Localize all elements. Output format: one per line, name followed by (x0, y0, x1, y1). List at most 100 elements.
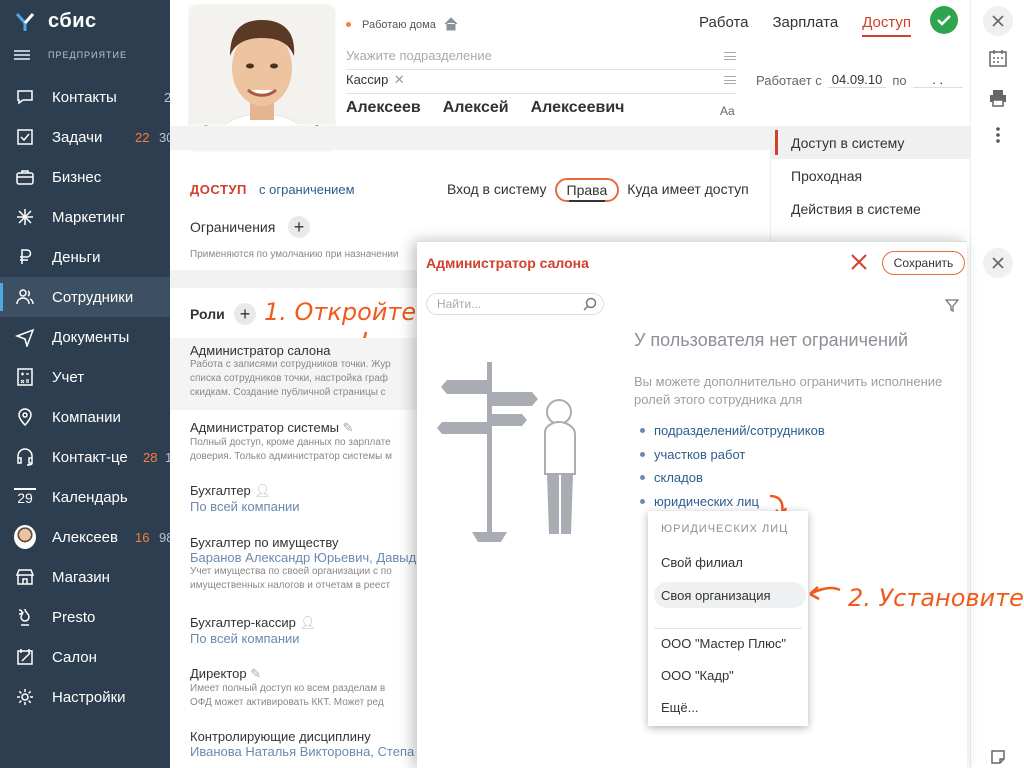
close-icon (992, 15, 1004, 27)
position-field[interactable]: Кассир ✕ (346, 72, 736, 94)
confirm-button[interactable] (930, 6, 958, 34)
subtab-rights[interactable]: Права (554, 178, 620, 202)
nav-count-secondary: 98 (159, 529, 170, 545)
role-desc-line: Учет имущества по своей организации с по (190, 566, 392, 577)
role-desc-line: списка сотрудников точки, настройка граф (190, 373, 389, 384)
status-text[interactable]: Работаю дома (362, 19, 436, 31)
role-title: Бухгалтер-кассир 👤︎ (190, 615, 316, 630)
close-card-button[interactable] (983, 6, 1013, 36)
nav-item-business[interactable]: Бизнес (0, 157, 170, 197)
subtab-where-access[interactable]: Куда имеет доступ (627, 181, 749, 199)
role-item[interactable]: Администратор салона Работа с записями с… (190, 343, 420, 400)
tab-salary[interactable]: Зарплата (773, 14, 839, 37)
works-to-date[interactable]: . . (912, 72, 963, 88)
dropdown-item[interactable]: ООО "Кадр" (654, 662, 806, 688)
dropdown-item[interactable]: ООО "Мастер Плюс" (654, 630, 806, 656)
nav-label: Контакт-це (52, 448, 128, 466)
more-button[interactable] (985, 122, 1011, 148)
nav-item-accounting[interactable]: Учет (0, 357, 170, 397)
access-subtabs: Вход в систему Права Куда имеет доступ (447, 178, 749, 202)
pencil-icon: ✎ (342, 420, 354, 435)
menu-item-checkpoint[interactable]: Проходная (771, 159, 970, 192)
dropdown-divider (654, 628, 802, 629)
company-switcher[interactable]: ПРЕДПРИЯТИЕ (14, 50, 127, 60)
add-role-button[interactable]: + (234, 303, 256, 325)
legal-entities-dropdown: ЮРИДИЧЕСКИХ ЛИЦ Свой филиал Своя организ… (648, 511, 808, 726)
nav-menu: Контакты 2 Задачи 22 30 Бизнес Маркетинг… (0, 77, 170, 717)
role-desc-line: Работа с записями сотрудников точки. Жур (190, 359, 391, 370)
role-scope: Иванова Наталья Викторовна, Степа (190, 744, 415, 759)
nav-item-tasks[interactable]: Задачи 22 30 (0, 117, 170, 157)
briefcase-icon (14, 166, 36, 188)
top-tabs: Работа Зарплата Доступ (699, 14, 912, 37)
close-icon (992, 257, 1004, 269)
access-mode[interactable]: с ограничением (259, 182, 355, 197)
role-item[interactable]: Бухгалтер 👤︎ По всей компании (190, 483, 420, 514)
link-legal-entities[interactable]: юридических лиц (640, 490, 825, 514)
save-button[interactable]: Сохранить (882, 251, 965, 275)
dropdown-more[interactable]: Ещё... (654, 694, 806, 720)
nav-item-contacts[interactable]: Контакты 2 (0, 77, 170, 117)
logo[interactable]: сбис (14, 10, 97, 33)
last-name[interactable]: Алексеев (346, 99, 421, 117)
link-work-areas[interactable]: участков работ (640, 443, 825, 467)
link-warehouses[interactable]: складов (640, 466, 825, 490)
notes-button[interactable] (985, 744, 1011, 768)
font-toggle[interactable]: Aa (720, 104, 735, 118)
delete-role-icon[interactable] (850, 253, 868, 274)
print-button[interactable] (985, 85, 1011, 111)
subtab-login[interactable]: Вход в систему (447, 181, 547, 199)
nav-count-secondary: 30 (159, 129, 170, 145)
nav-item-companies[interactable]: Компании (0, 397, 170, 437)
nav-item-presto[interactable]: Presto (0, 597, 170, 637)
chat-icon (14, 86, 36, 108)
role-item[interactable]: Администратор системы ✎ Полный доступ, к… (190, 420, 420, 464)
nav-item-money[interactable]: Деньги (0, 237, 170, 277)
add-restriction-button[interactable]: + (288, 216, 310, 238)
list-icon[interactable] (724, 52, 736, 60)
printer-icon (990, 90, 1006, 107)
menu-icon[interactable] (14, 50, 30, 60)
link-departments[interactable]: подразделений/сотрудников (640, 419, 825, 443)
dropdown-item-selected[interactable]: Своя организация (654, 582, 806, 608)
dropdown-item[interactable]: Свой филиал (654, 549, 806, 575)
nav-item-settings[interactable]: Настройки (0, 677, 170, 717)
company-label: ПРЕДПРИЯТИЕ (48, 50, 127, 60)
nav-item-employees[interactable]: Сотрудники (0, 277, 170, 317)
nav-item-marketing[interactable]: Маркетинг (0, 197, 170, 237)
avatar (14, 525, 36, 549)
list-icon[interactable] (724, 76, 736, 84)
nav-item-calendar[interactable]: 29 Календарь (0, 477, 170, 517)
department-field[interactable]: Укажите подразделение (346, 48, 736, 70)
tab-work[interactable]: Работа (699, 14, 749, 37)
role-item[interactable]: Директор ✎ Имеет полный доступ ко всем р… (190, 666, 420, 710)
nav-item-salon[interactable]: Салон (0, 637, 170, 677)
nav-label: Маркетинг (52, 208, 125, 226)
nav-item-documents[interactable]: Документы (0, 317, 170, 357)
remove-position-icon[interactable]: ✕ (394, 72, 405, 87)
tab-access[interactable]: Доступ (862, 14, 912, 37)
calendar-button[interactable] (985, 45, 1011, 71)
role-item[interactable]: Бухгалтер по имуществу Баранов Александр… (190, 535, 420, 593)
role-desc-line: скидкам. Создание публичной страницы с (190, 387, 386, 398)
arrow-annotation-icon (809, 586, 841, 601)
role-scope: По всей компании (190, 631, 300, 646)
nav-label: Настройки (52, 688, 126, 706)
nav-item-store[interactable]: Магазин (0, 557, 170, 597)
menu-item-activity[interactable]: Действия в системе (771, 192, 970, 225)
middle-name[interactable]: Алексеевич (531, 99, 625, 117)
menu-item-login[interactable]: Доступ в систему (771, 126, 970, 159)
role-item[interactable]: Контролирующие дисциплину Иванова Наталь… (190, 729, 420, 759)
first-name[interactable]: Алексей (443, 99, 509, 117)
filter-icon[interactable] (945, 298, 959, 312)
search-icon[interactable] (583, 297, 597, 311)
works-since-date[interactable]: 04.09.10 (827, 72, 887, 88)
role-item[interactable]: Бухгалтер-кассир 👤︎ По всей компании (190, 615, 420, 646)
role-title: Контролирующие дисциплину (190, 729, 371, 744)
nav-item-profile[interactable]: Алексеев 16 98 (0, 517, 170, 557)
person-icon: 👤︎ (299, 615, 316, 630)
close-panel-button[interactable] (983, 248, 1013, 278)
search-input[interactable]: Найти... (426, 293, 604, 315)
nav-item-contact-center[interactable]: Контакт-це 28 1 (0, 437, 170, 477)
nav-label: Деньги (52, 248, 101, 266)
